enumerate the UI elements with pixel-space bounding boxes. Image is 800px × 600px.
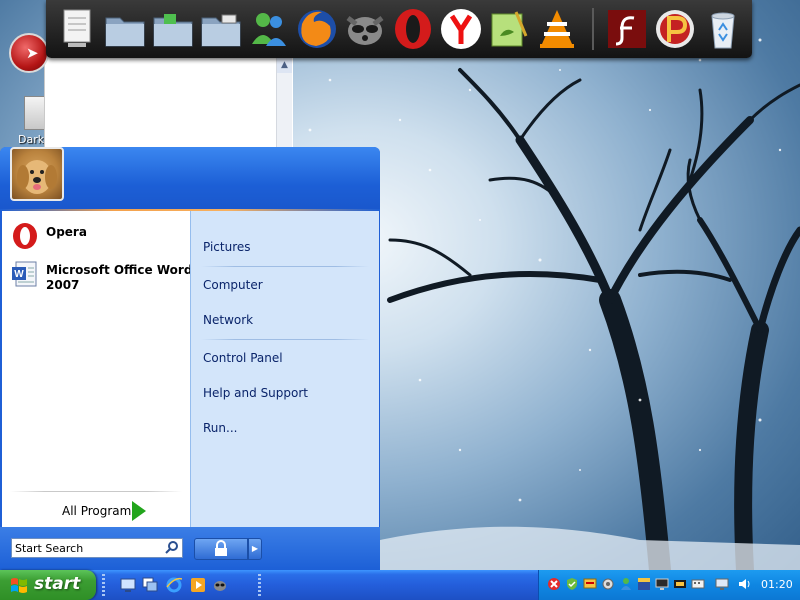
notepad-plus-icon[interactable] (486, 6, 532, 52)
display-icon[interactable] (655, 577, 669, 591)
window-switch-icon[interactable] (142, 577, 158, 593)
yandex-icon[interactable] (438, 6, 484, 52)
settings-icon[interactable] (601, 577, 615, 591)
places-panel: Pictures Computer Network Control Panel … (190, 211, 379, 527)
desktop-icon[interactable] (120, 577, 136, 593)
language-icon[interactable] (637, 577, 651, 591)
word-icon: W (12, 261, 37, 287)
lock-icon (215, 540, 227, 556)
firefox-icon[interactable] (294, 6, 340, 52)
flash-icon[interactable] (604, 6, 650, 52)
menu-item-control-panel[interactable]: Control Panel (203, 346, 373, 370)
pinned-programs-panel: Opera W Microsoft Office Word 2007 All P… (2, 211, 192, 527)
pinned-item-label: Opera (46, 225, 87, 239)
messenger-icon[interactable] (246, 6, 292, 52)
windows-logo-icon (11, 578, 27, 593)
user-icon[interactable] (619, 577, 633, 591)
all-programs-button[interactable]: All Programs (62, 499, 162, 523)
recycle-bin-icon[interactable] (700, 6, 746, 52)
start-menu-header (0, 147, 380, 211)
network-warning-icon[interactable] (583, 577, 597, 591)
folder-icon[interactable] (150, 6, 196, 52)
p-logo-icon[interactable] (652, 6, 698, 52)
menu-item-run[interactable]: Run... (203, 416, 373, 440)
svg-text:W: W (14, 269, 24, 280)
start-label: start (34, 574, 81, 594)
toolbar-grip[interactable] (102, 574, 105, 596)
taskbar: start 01:20 (0, 570, 800, 600)
search-icon[interactable] (164, 540, 180, 556)
user-avatar[interactable] (10, 147, 64, 201)
dock-launcher-button[interactable]: ➤ (9, 33, 49, 73)
lock-button[interactable] (194, 538, 248, 560)
menu-item-help-support[interactable]: Help and Support (203, 381, 373, 405)
pinned-item-label: Microsoft Office Word 2007 (46, 263, 193, 292)
folder-icon[interactable] (198, 6, 244, 52)
start-search-box[interactable] (11, 538, 183, 558)
opera-icon (13, 223, 37, 249)
menu-separator (201, 339, 369, 340)
notepad-icon[interactable] (54, 6, 100, 52)
all-programs-separator (10, 491, 182, 492)
device-icon[interactable] (673, 577, 687, 591)
search-input[interactable] (15, 540, 155, 556)
dog-picture-icon (17, 160, 57, 194)
pinned-item-word[interactable]: W Microsoft Office Word 2007 (10, 257, 192, 292)
vlc-icon[interactable] (534, 6, 580, 52)
media-player-icon[interactable] (190, 577, 206, 593)
monitor-icon[interactable] (715, 577, 729, 591)
dock-separator (592, 8, 594, 50)
volume-icon[interactable] (737, 577, 751, 591)
folder-icon[interactable] (102, 6, 148, 52)
shield-check-icon[interactable] (565, 577, 579, 591)
menu-separator (201, 266, 369, 267)
start-button[interactable]: start (0, 570, 96, 600)
ie-icon[interactable] (166, 577, 182, 593)
quick-launch-bar (102, 570, 262, 600)
menu-item-computer[interactable]: Computer (203, 273, 373, 297)
system-tray: 01:20 (538, 570, 800, 600)
desktop-shortcut-label: Dark (18, 133, 45, 146)
start-menu: Opera W Microsoft Office Word 2007 All P… (0, 147, 380, 571)
pinned-item-opera[interactable]: Opera (10, 219, 188, 253)
keyboard-icon[interactable] (691, 577, 705, 591)
cursor-icon: ➤ (26, 44, 39, 62)
raccoon-icon[interactable] (212, 577, 228, 593)
clock[interactable]: 01:20 (761, 578, 793, 591)
opera-icon[interactable] (390, 6, 436, 52)
background-window-scrollbar[interactable]: ▲ (276, 58, 292, 150)
green-arrow-icon (132, 501, 146, 521)
scroll-up-arrow-icon[interactable]: ▲ (277, 58, 292, 73)
all-programs-label: All Programs (62, 504, 138, 518)
antivirus-icon[interactable] (547, 577, 561, 591)
background-window (44, 56, 293, 151)
menu-item-network[interactable]: Network (203, 308, 373, 332)
raccoon-icon[interactable] (342, 6, 388, 52)
power-options-arrow-icon[interactable]: ▶ (248, 538, 262, 560)
toolbar-grip[interactable] (258, 574, 261, 596)
dock-bar (46, 0, 752, 58)
menu-item-pictures[interactable]: Pictures (203, 235, 373, 259)
